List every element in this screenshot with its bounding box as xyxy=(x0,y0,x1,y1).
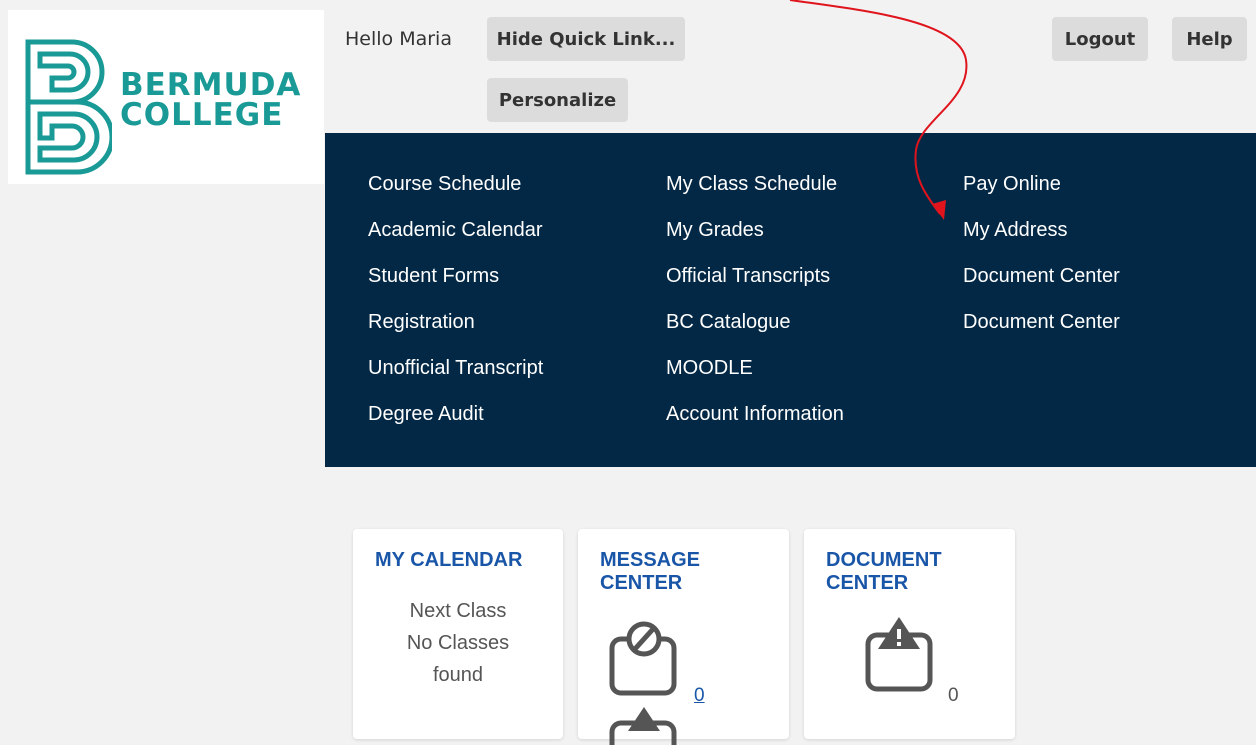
link-bc-catalogue[interactable]: BC Catalogue xyxy=(666,307,844,353)
personalize-button[interactable]: Personalize xyxy=(487,78,628,122)
logout-button[interactable]: Logout xyxy=(1052,17,1148,61)
help-button[interactable]: Help xyxy=(1172,17,1247,61)
link-document-center[interactable]: Document Center xyxy=(963,261,1120,307)
logo-panel[interactable]: BERMUDA COLLEGE xyxy=(8,10,324,184)
link-registration[interactable]: Registration xyxy=(368,307,543,353)
brand-wordmark: BERMUDA COLLEGE xyxy=(120,67,302,133)
quick-links-panel: Course Schedule Academic Calendar Studen… xyxy=(325,133,1256,467)
link-my-address[interactable]: My Address xyxy=(963,215,1120,261)
link-pay-online[interactable]: Pay Online xyxy=(963,169,1120,215)
message-center-title[interactable]: MESSAGE CENTER xyxy=(600,549,740,595)
clipboard-blocked-icon xyxy=(609,621,677,696)
brand-line-2: COLLEGE xyxy=(120,97,284,133)
document-count: 0 xyxy=(948,685,959,706)
quick-links-column-1: Course Schedule Academic Calendar Studen… xyxy=(368,169,543,445)
link-my-grades[interactable]: My Grades xyxy=(666,215,844,261)
message-center-card: MESSAGE CENTER 0 xyxy=(578,529,789,745)
my-calendar-card: MY CALENDAR Next Class No Classes found xyxy=(353,529,563,739)
brand-line-1: BERMUDA xyxy=(120,67,302,103)
link-document-center-2[interactable]: Document Center xyxy=(963,307,1120,353)
no-classes-text: No Classes xyxy=(406,632,510,654)
bermuda-college-logo-icon xyxy=(25,39,112,175)
link-official-transcripts[interactable]: Official Transcripts xyxy=(666,261,844,307)
document-center-title[interactable]: DOCUMENT CENTER xyxy=(826,549,966,595)
link-unofficial-transcript[interactable]: Unofficial Transcript xyxy=(368,353,543,399)
greeting-text: Hello Maria xyxy=(345,28,452,50)
next-class-label: Next Class xyxy=(409,600,507,622)
link-account-information[interactable]: Account Information xyxy=(666,399,844,445)
quick-links-column-2: My Class Schedule My Grades Official Tra… xyxy=(666,169,844,445)
document-center-card: DOCUMENT CENTER 0 xyxy=(804,529,1015,739)
my-calendar-title[interactable]: MY CALENDAR xyxy=(375,549,522,572)
hide-quick-links-button[interactable]: Hide Quick Link... xyxy=(487,17,685,61)
link-degree-audit[interactable]: Degree Audit xyxy=(368,399,543,445)
link-academic-calendar[interactable]: Academic Calendar xyxy=(368,215,543,261)
clipboard-warning-icon xyxy=(609,707,677,745)
link-student-forms[interactable]: Student Forms xyxy=(368,261,543,307)
link-moodle[interactable]: MOODLE xyxy=(666,353,844,399)
link-my-class-schedule[interactable]: My Class Schedule xyxy=(666,169,844,215)
clipboard-warning-icon xyxy=(865,617,933,692)
quick-links-column-3: Pay Online My Address Document Center Do… xyxy=(963,169,1120,353)
link-course-schedule[interactable]: Course Schedule xyxy=(368,169,543,215)
message-count-link[interactable]: 0 xyxy=(694,685,705,707)
no-classes-text-2: found xyxy=(432,664,484,686)
